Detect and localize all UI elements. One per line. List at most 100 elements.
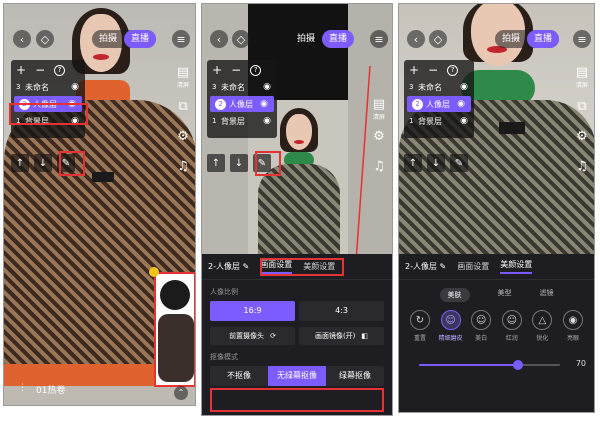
beauty-ruddy[interactable]: ☺ 红润 xyxy=(497,310,527,342)
tab-photo[interactable]: 拍摄 xyxy=(495,30,527,48)
help-icon[interactable]: ? xyxy=(250,64,262,76)
clear-screen-label: 清屏 xyxy=(176,82,189,89)
layer-panel: + − ? 3 未命名 ◉ 2 人像层 ◉ 1 背景层 ◉ xyxy=(207,60,277,138)
slider-knob[interactable] xyxy=(513,360,523,370)
sharpen-icon: △ xyxy=(532,310,553,330)
help-icon[interactable]: ? xyxy=(447,64,459,76)
sticker-overlay[interactable] xyxy=(149,267,195,387)
menu-icon[interactable]: ≡ xyxy=(172,30,190,48)
layer-row-3[interactable]: 3 未命名 ◉ xyxy=(11,80,85,94)
settings-button[interactable]: ⚙ xyxy=(571,130,593,144)
gear-icon: ⚙ xyxy=(576,129,588,144)
back-chevron-icon[interactable]: ‹ xyxy=(210,30,228,48)
ratio-selector[interactable]: 16:9 4:3 xyxy=(202,301,392,321)
screen-panel-3: ‹ ◇ 拍摄 直播 ≡ ▤ 清屏 ⧉ ⚙ ♫ + − ? 3 未命名 ◉ 2 人… xyxy=(398,3,595,413)
mode-label: 抠像模式 xyxy=(210,353,238,361)
add-layer-icon[interactable]: + xyxy=(16,63,26,77)
eye-icon[interactable]: ◉ xyxy=(71,82,79,92)
beauty-options: ↻ 重置 ☺ 精细磨皮 ☺ 美白 ☺ 红润 △ 锐化 ◉ 亮眼 xyxy=(399,308,594,342)
layer-row-3[interactable]: 3 未命名 ◉ xyxy=(207,80,277,94)
subtab-skin[interactable]: 美肤 xyxy=(439,288,470,302)
back-chevron-icon[interactable]: ‹ xyxy=(407,30,425,48)
mode-none-button[interactable]: 不抠像 xyxy=(210,366,268,386)
bottom-menu-icon[interactable]: ⋮ xyxy=(18,383,27,393)
tab-live[interactable]: 直播 xyxy=(124,30,157,48)
eye-icon[interactable]: ◉ xyxy=(260,99,268,109)
eye-icon[interactable]: ◉ xyxy=(460,82,468,92)
tab-photo[interactable]: 拍摄 xyxy=(290,30,322,48)
layer-panel: + − ? 3 未命名 ◉ 2 人像层 ◉ 1 背景层 ◉ xyxy=(404,60,474,138)
move-down-icon[interactable]: ↓ xyxy=(230,154,248,172)
layer-name: 背景层 xyxy=(418,116,442,126)
clear-screen-button[interactable]: ▤ 清屏 xyxy=(571,65,593,90)
layers-icon[interactable]: ◇ xyxy=(429,30,447,48)
move-up-icon[interactable]: ↑ xyxy=(11,154,29,172)
ruddy-icon: ☺ xyxy=(501,310,522,330)
pointer-arrow xyxy=(351,65,371,270)
menu-icon[interactable]: ≡ xyxy=(573,30,591,48)
beauty-whiten[interactable]: ☺ 美白 xyxy=(466,310,496,342)
clear-screen-icon: ▤ xyxy=(575,65,589,80)
mode-switch[interactable]: 拍摄 直播 xyxy=(290,30,355,48)
remove-layer-icon[interactable]: − xyxy=(231,63,241,77)
rotate-icon: ⟳ xyxy=(270,332,276,340)
beauty-smooth-skin[interactable]: ☺ 精细磨皮 xyxy=(436,310,466,342)
tab-live[interactable]: 直播 xyxy=(527,30,560,48)
settings-button[interactable]: ⚙ xyxy=(172,130,194,144)
subtab-filter[interactable]: 滤镜 xyxy=(540,288,554,302)
mirror-button[interactable]: 画面镜像(开) ◧ xyxy=(299,327,384,345)
music-icon: ♫ xyxy=(177,159,189,174)
back-chevron-icon[interactable]: ‹ xyxy=(13,30,31,48)
layer-row-1[interactable]: 1 背景层 ◉ xyxy=(404,114,474,128)
layers-icon[interactable]: ◇ xyxy=(36,30,54,48)
layer-row-3[interactable]: 3 未命名 ◉ xyxy=(404,80,474,94)
beauty-reset[interactable]: ↻ 重置 xyxy=(405,310,435,342)
move-down-icon[interactable]: ↓ xyxy=(34,154,52,172)
layer-add-button[interactable]: ⧉ xyxy=(571,100,593,114)
beauty-bright-eye[interactable]: ◉ 亮眼 xyxy=(558,310,588,342)
music-icon: ♫ xyxy=(373,159,385,174)
move-down-icon[interactable]: ↓ xyxy=(427,154,445,172)
intensity-slider[interactable]: 70 xyxy=(419,358,586,372)
mode-no-greenscreen-button[interactable]: 无绿幕抠像 xyxy=(268,366,326,386)
help-icon[interactable]: ? xyxy=(54,64,66,76)
layer-row-2-selected[interactable]: 2 人像层 ◉ xyxy=(407,96,471,112)
layer-row-1[interactable]: 1 背景层 ◉ xyxy=(207,114,277,128)
move-up-icon[interactable]: ↑ xyxy=(404,154,422,172)
matting-mode-selector[interactable]: 不抠像 无绿幕抠像 绿幕抠像 xyxy=(210,366,384,386)
mode-switch[interactable]: 拍摄 直播 xyxy=(495,30,560,48)
front-camera-button[interactable]: 前置摄像头 ⟳ xyxy=(210,327,295,345)
eye-icon[interactable]: ◉ xyxy=(457,99,465,109)
ratio-4-3-button[interactable]: 4:3 xyxy=(299,301,384,321)
mode-switch[interactable]: 拍摄 直播 xyxy=(92,30,157,48)
layer-toolbar: + − ? xyxy=(11,60,85,80)
subtab-shape[interactable]: 美型 xyxy=(498,288,512,302)
tab-live[interactable]: 直播 xyxy=(322,30,355,48)
layer-add-button[interactable]: ⧉ xyxy=(172,100,194,114)
ratio-16-9-button[interactable]: 16:9 xyxy=(210,301,295,321)
tab-screen-settings[interactable]: 画面设置 xyxy=(457,261,489,272)
beauty-sharpen[interactable]: △ 锐化 xyxy=(527,310,557,342)
clear-screen-label: 清屏 xyxy=(575,82,588,89)
slider-value: 70 xyxy=(575,359,586,368)
add-layer-icon[interactable]: + xyxy=(409,63,419,77)
expand-chevron-icon[interactable]: ⌃ xyxy=(174,386,188,400)
move-up-icon[interactable]: ↑ xyxy=(207,154,225,172)
edit-icon[interactable]: ✎ xyxy=(450,154,468,172)
remove-layer-icon[interactable]: − xyxy=(428,63,438,77)
eye-icon[interactable]: ◉ xyxy=(263,116,271,126)
eye-icon[interactable]: ◉ xyxy=(460,116,468,126)
add-layer-icon[interactable]: + xyxy=(212,63,222,77)
tab-beauty-settings[interactable]: 美颜设置 xyxy=(500,259,533,274)
music-button[interactable]: ♫ xyxy=(571,160,593,174)
remove-layer-icon[interactable]: − xyxy=(35,63,45,77)
tab-photo[interactable]: 拍摄 xyxy=(92,30,124,48)
clear-screen-button[interactable]: ▤ 清屏 xyxy=(172,66,194,90)
music-button[interactable]: ♫ xyxy=(172,160,194,174)
menu-icon[interactable]: ≡ xyxy=(370,30,388,48)
layer-row-2-selected[interactable]: 2 人像层 ◉ xyxy=(210,96,274,112)
eye-icon[interactable]: ◉ xyxy=(263,82,271,92)
layer-name: 未命名 xyxy=(25,82,49,92)
layers-icon[interactable]: ◇ xyxy=(232,30,250,48)
mode-greenscreen-button[interactable]: 绿幕抠像 xyxy=(326,366,384,386)
